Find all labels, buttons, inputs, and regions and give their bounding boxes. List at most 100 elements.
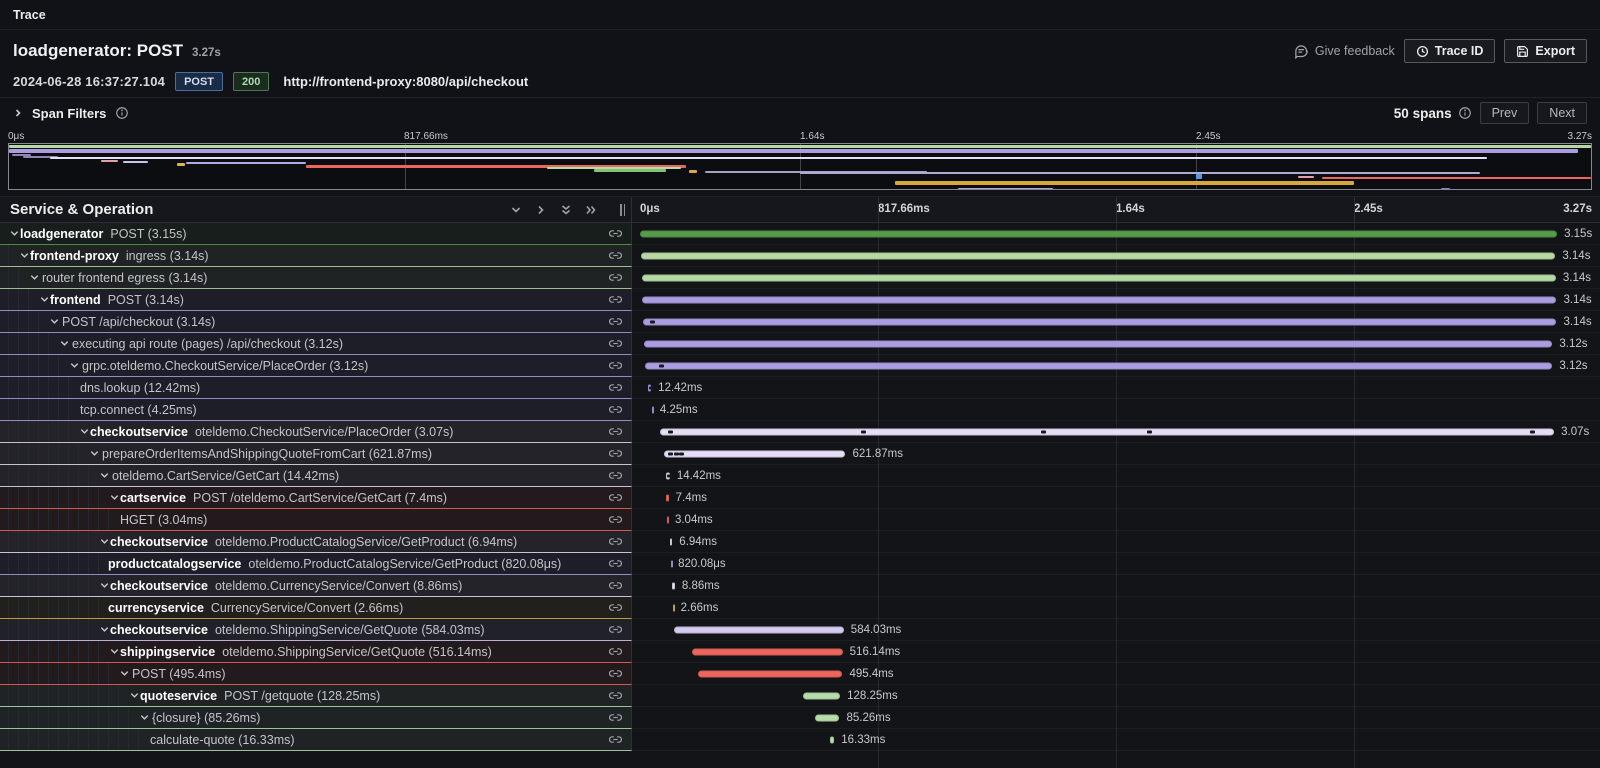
collapse-chevron-icon[interactable] — [28, 272, 40, 283]
collapse-chevron-icon[interactable] — [98, 470, 110, 481]
span-link-icon[interactable] — [609, 557, 622, 570]
next-button[interactable]: Next — [1537, 102, 1587, 124]
span-timeline-cell[interactable]: 516.14ms — [632, 641, 1600, 663]
span-timeline-cell[interactable]: 3.14s — [632, 245, 1600, 267]
span-bar[interactable] — [642, 296, 1556, 303]
trace-id-button[interactable]: Trace ID — [1404, 39, 1496, 63]
span-timeline-cell[interactable]: 6.94ms — [632, 531, 1600, 553]
span-timeline-cell[interactable]: 3.14s — [632, 289, 1600, 311]
span-timeline-cell[interactable]: 3.14s — [632, 311, 1600, 333]
span-bar[interactable] — [641, 252, 1555, 259]
collapse-one-icon[interactable] — [510, 204, 522, 216]
span-bar[interactable] — [642, 274, 1556, 281]
span-timeline-cell[interactable]: 3.12s — [632, 333, 1600, 355]
span-bar[interactable] — [670, 538, 672, 545]
span-name-cell[interactable]: frontendPOST (3.14s) — [0, 289, 632, 311]
span-link-icon[interactable] — [609, 249, 622, 262]
span-name-cell[interactable]: quoteservicePOST /getquote (128.25ms) — [0, 685, 632, 707]
span-link-icon[interactable] — [609, 601, 622, 614]
span-link-icon[interactable] — [609, 271, 622, 284]
span-name-cell[interactable]: checkoutserviceoteldemo.ShippingService/… — [0, 619, 632, 641]
span-link-icon[interactable] — [609, 623, 622, 636]
span-link-icon[interactable] — [609, 403, 622, 416]
span-bar[interactable] — [692, 648, 842, 655]
collapse-chevron-icon[interactable] — [78, 426, 90, 437]
span-timeline-cell[interactable]: 14.42ms — [632, 465, 1600, 487]
span-name-cell[interactable]: frontend-proxyingress (3.14s) — [0, 245, 632, 267]
span-timeline-cell[interactable]: 584.03ms — [632, 619, 1600, 641]
collapse-chevron-icon[interactable] — [18, 250, 30, 261]
collapse-chevron-icon[interactable] — [8, 228, 20, 239]
span-timeline-cell[interactable]: 3.15s — [632, 223, 1600, 245]
span-name-cell[interactable]: checkoutserviceoteldemo.ProductCatalogSe… — [0, 531, 632, 553]
collapse-chevron-icon[interactable] — [118, 668, 130, 679]
span-link-icon[interactable] — [609, 689, 622, 702]
collapse-chevron-icon[interactable] — [38, 294, 50, 305]
collapse-all-icon[interactable] — [560, 204, 572, 216]
span-timeline-cell[interactable]: 8.86ms — [632, 575, 1600, 597]
span-name-cell[interactable]: calculate-quote (16.33ms) — [0, 729, 632, 751]
span-link-icon[interactable] — [609, 733, 622, 746]
span-name-cell[interactable]: executing api route (pages) /api/checkou… — [0, 333, 632, 355]
span-name-cell[interactable]: HGET (3.04ms) — [0, 509, 632, 531]
span-bar[interactable] — [815, 714, 840, 721]
collapse-chevron-icon[interactable] — [58, 338, 70, 349]
span-name-cell[interactable]: cartservicePOST /oteldemo.CartService/Ge… — [0, 487, 632, 509]
span-timeline-cell[interactable]: 3.04ms — [632, 509, 1600, 531]
span-timeline-cell[interactable]: 495.4ms — [632, 663, 1600, 685]
span-name-cell[interactable]: checkoutserviceoteldemo.CurrencyService/… — [0, 575, 632, 597]
span-timeline-cell[interactable]: 4.25ms — [632, 399, 1600, 421]
span-bar[interactable] — [648, 384, 652, 391]
span-timeline-cell[interactable]: 12.42ms — [632, 377, 1600, 399]
span-bar[interactable] — [666, 494, 668, 501]
span-name-cell[interactable]: checkoutserviceoteldemo.CheckoutService/… — [0, 421, 632, 443]
span-bar[interactable] — [698, 670, 842, 677]
span-bar[interactable] — [803, 692, 840, 699]
span-timeline-cell[interactable]: 16.33ms — [632, 729, 1600, 751]
span-bar[interactable] — [643, 318, 1557, 325]
span-link-icon[interactable] — [609, 337, 622, 350]
span-bar[interactable] — [667, 516, 669, 523]
span-name-cell[interactable]: currencyserviceCurrencyService/Convert (… — [0, 597, 632, 619]
span-bar[interactable] — [673, 604, 675, 611]
span-bar[interactable] — [652, 406, 654, 413]
collapse-chevron-icon[interactable] — [98, 536, 110, 547]
span-bar[interactable] — [645, 362, 1553, 369]
span-timeline-cell[interactable]: 3.07s — [632, 421, 1600, 443]
span-bar[interactable] — [664, 450, 845, 457]
span-timeline-cell[interactable]: 621.87ms — [632, 443, 1600, 465]
span-timeline-cell[interactable]: 7.4ms — [632, 487, 1600, 509]
span-timeline-cell[interactable]: 128.25ms — [632, 685, 1600, 707]
span-timeline-cell[interactable]: 2.66ms — [632, 597, 1600, 619]
span-bar[interactable] — [830, 736, 835, 743]
panel-resize-handle[interactable] — [620, 204, 625, 216]
span-bar[interactable] — [660, 428, 1554, 435]
span-link-icon[interactable] — [609, 359, 622, 372]
span-bar[interactable] — [640, 230, 1557, 237]
collapse-chevron-icon[interactable] — [108, 492, 120, 503]
minimap-canvas[interactable] — [8, 143, 1592, 190]
collapse-chevron-icon[interactable] — [48, 316, 60, 327]
span-link-icon[interactable] — [609, 491, 622, 504]
span-link-icon[interactable] — [609, 535, 622, 548]
collapse-chevron-icon[interactable] — [88, 448, 100, 459]
collapse-chevron-icon[interactable] — [108, 646, 120, 657]
export-button[interactable]: Export — [1504, 39, 1587, 63]
span-name-cell[interactable]: POST /api/checkout (3.14s) — [0, 311, 632, 333]
span-link-icon[interactable] — [609, 579, 622, 592]
span-link-icon[interactable] — [609, 227, 622, 240]
span-link-icon[interactable] — [609, 425, 622, 438]
span-link-icon[interactable] — [609, 645, 622, 658]
give-feedback-link[interactable]: Give feedback — [1294, 44, 1395, 59]
span-name-cell[interactable]: grpc.oteldemo.CheckoutService/PlaceOrder… — [0, 355, 632, 377]
span-link-icon[interactable] — [609, 711, 622, 724]
span-bar[interactable] — [644, 340, 1552, 347]
span-name-cell[interactable]: {closure} (85.26ms) — [0, 707, 632, 729]
span-timeline-cell[interactable]: 3.14s — [632, 267, 1600, 289]
span-name-cell[interactable]: router frontend egress (3.14s) — [0, 267, 632, 289]
span-link-icon[interactable] — [609, 513, 622, 526]
expand-one-icon[interactable] — [535, 204, 547, 216]
span-name-cell[interactable]: POST (495.4ms) — [0, 663, 632, 685]
span-filters-toggle[interactable]: Span Filters — [13, 106, 129, 121]
collapse-chevron-icon[interactable] — [68, 360, 80, 371]
